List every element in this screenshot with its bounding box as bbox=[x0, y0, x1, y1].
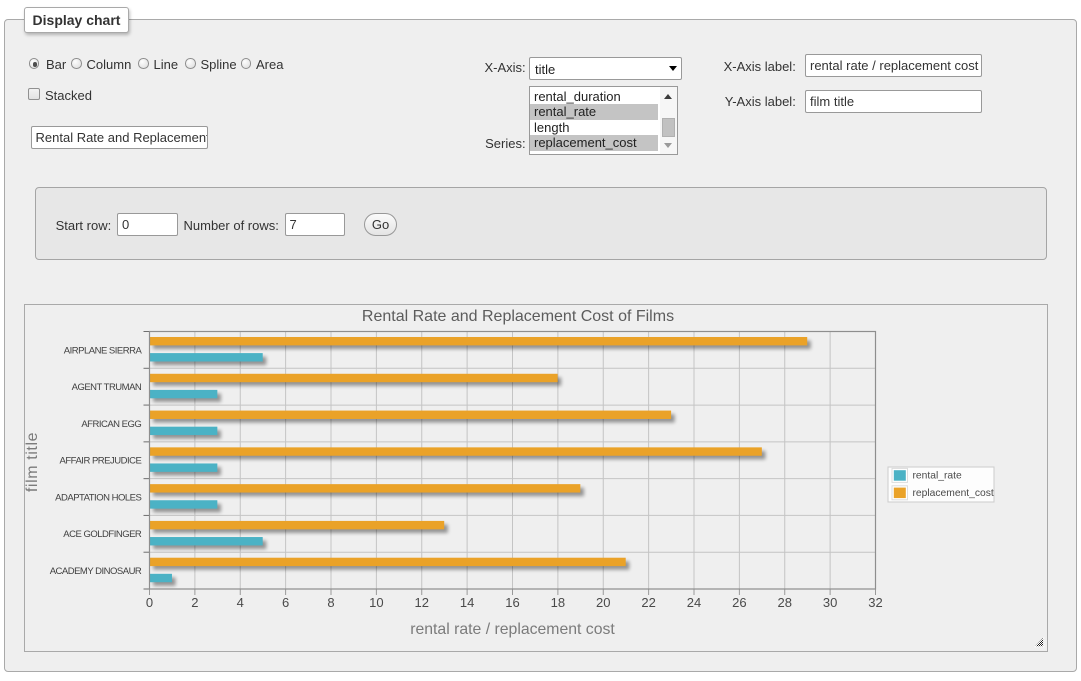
svg-text:22: 22 bbox=[641, 595, 655, 610]
svg-text:ADAPTATION HOLES: ADAPTATION HOLES bbox=[55, 492, 141, 503]
svg-text:AFRICAN EGG: AFRICAN EGG bbox=[81, 419, 141, 430]
svg-text:AFFAIR PREJUDICE: AFFAIR PREJUDICE bbox=[60, 456, 142, 467]
svg-text:30: 30 bbox=[823, 595, 837, 610]
svg-text:20: 20 bbox=[596, 595, 610, 610]
svg-text:rental_rate: rental_rate bbox=[913, 471, 963, 482]
svg-text:8: 8 bbox=[327, 595, 334, 610]
svg-text:Rental Rate and Replacement Co: Rental Rate and Replacement Cost of Film… bbox=[362, 308, 674, 325]
svg-text:AGENT TRUMAN: AGENT TRUMAN bbox=[72, 382, 142, 393]
svg-text:16: 16 bbox=[505, 595, 519, 610]
svg-text:4: 4 bbox=[237, 595, 244, 610]
svg-text:ACADEMY DINOSAUR: ACADEMY DINOSAUR bbox=[50, 566, 142, 577]
svg-text:18: 18 bbox=[551, 595, 565, 610]
svg-text:6: 6 bbox=[282, 595, 289, 610]
svg-text:24: 24 bbox=[687, 595, 701, 610]
svg-text:film title: film title bbox=[25, 432, 41, 492]
svg-text:0: 0 bbox=[146, 595, 153, 610]
svg-text:2: 2 bbox=[191, 595, 198, 610]
svg-text:12: 12 bbox=[415, 595, 429, 610]
svg-text:32: 32 bbox=[868, 595, 882, 610]
svg-text:10: 10 bbox=[369, 595, 383, 610]
svg-text:14: 14 bbox=[460, 595, 474, 610]
svg-text:rental rate / replacement cost: rental rate / replacement cost bbox=[410, 621, 615, 638]
svg-text:26: 26 bbox=[732, 595, 746, 610]
svg-text:replacement_cost: replacement_cost bbox=[913, 488, 994, 499]
svg-text:28: 28 bbox=[778, 595, 792, 610]
svg-text:AIRPLANE SIERRA: AIRPLANE SIERRA bbox=[64, 345, 143, 356]
svg-text:ACE GOLDFINGER: ACE GOLDFINGER bbox=[63, 529, 142, 540]
